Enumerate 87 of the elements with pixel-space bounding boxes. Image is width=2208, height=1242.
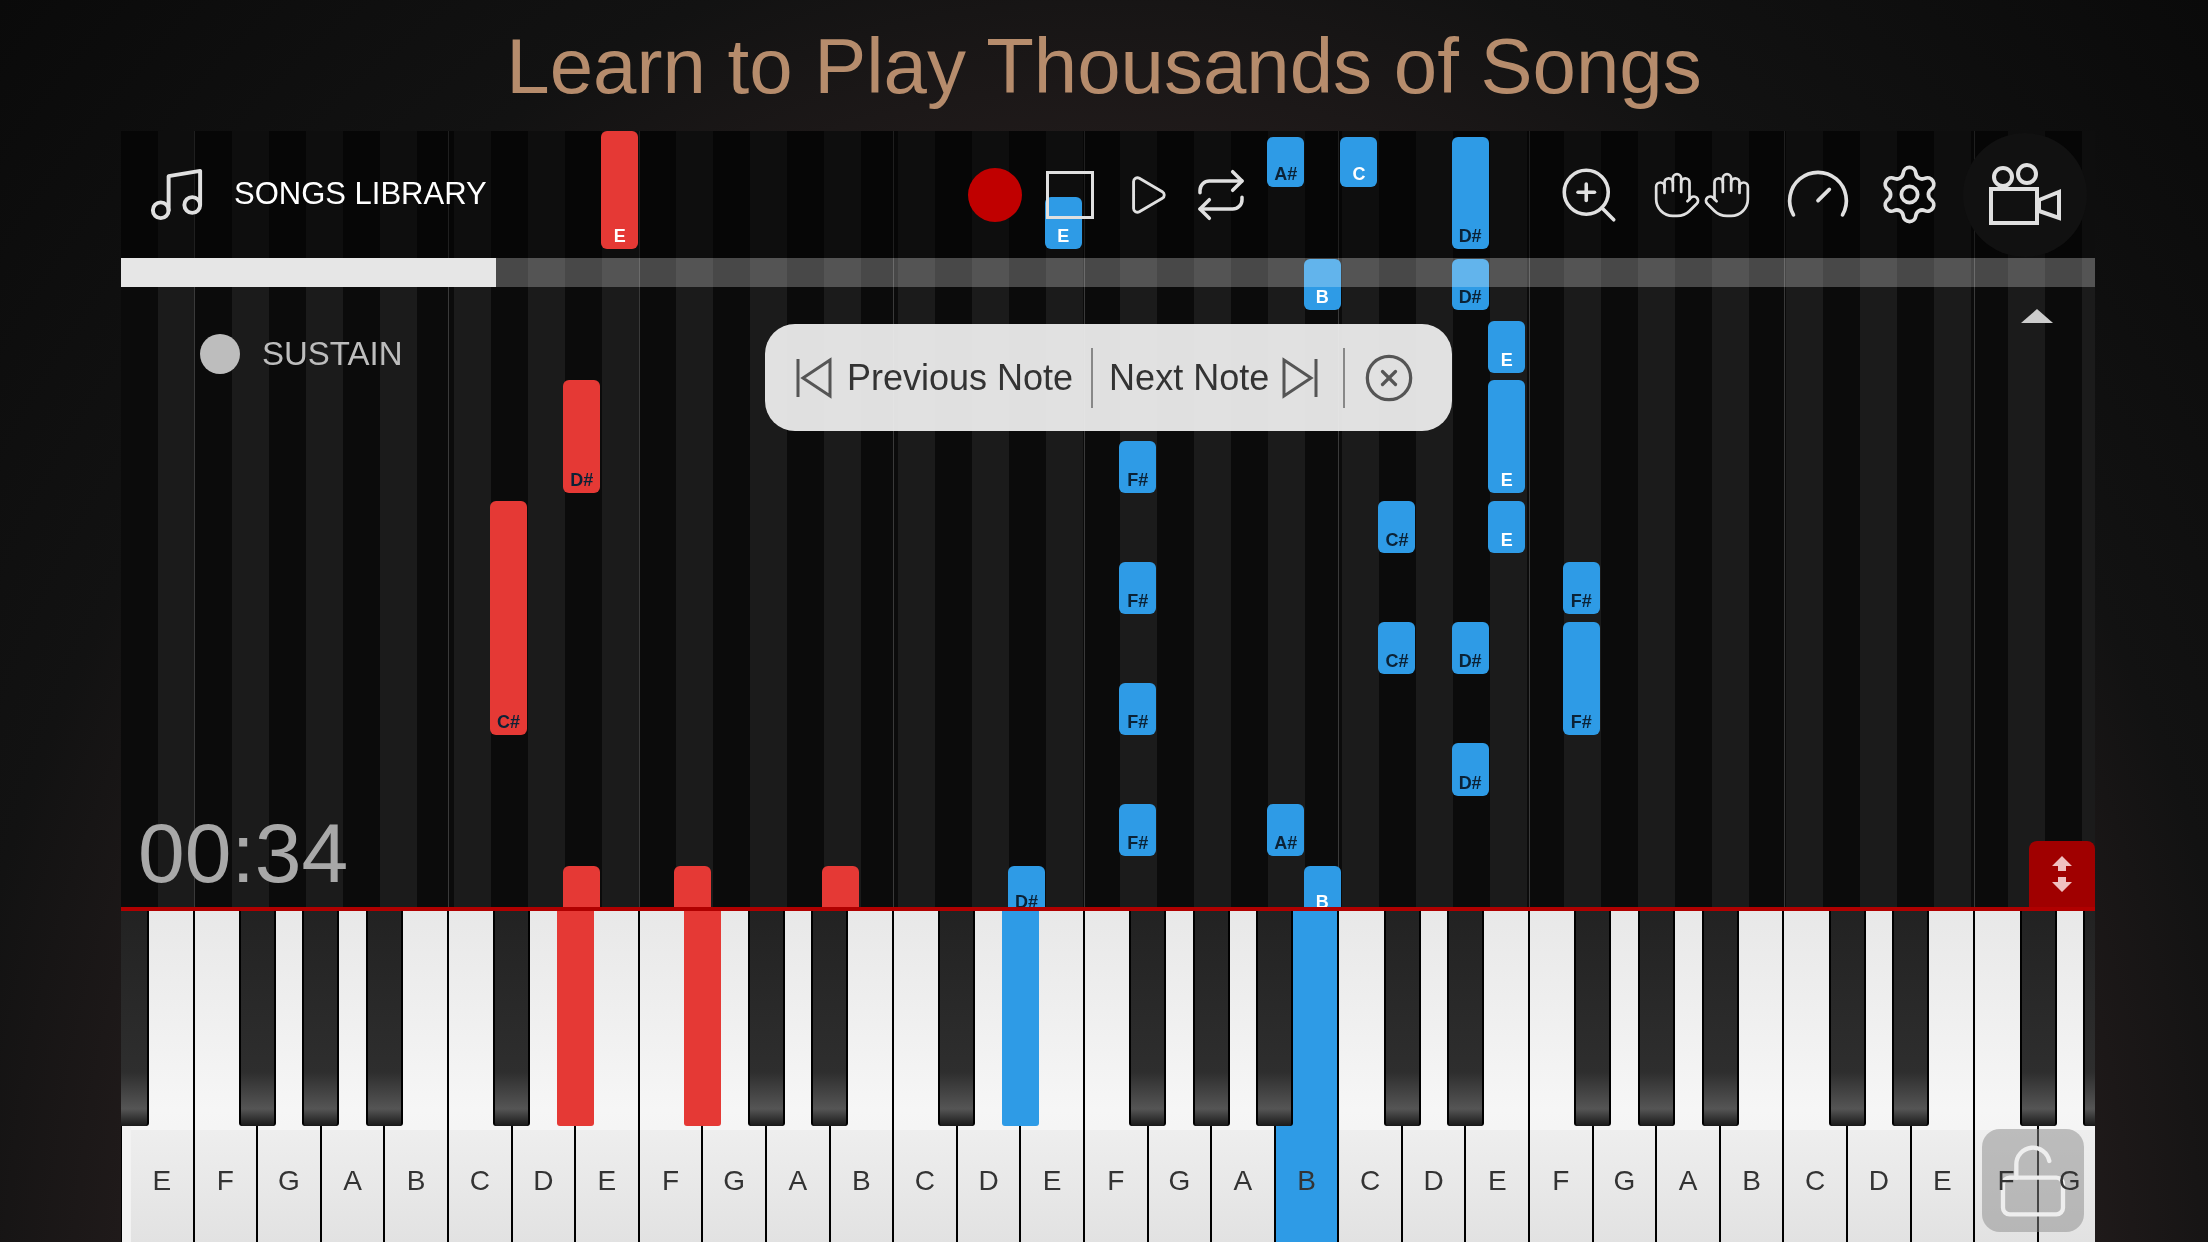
sharp-key[interactable] (1383, 911, 1421, 1126)
previous-note-button[interactable]: Previous Note (795, 350, 1074, 405)
sharp-key[interactable] (1447, 911, 1485, 1126)
piano-key[interactable]: A (1212, 1130, 1274, 1242)
sharp-key[interactable] (1192, 911, 1230, 1126)
piano-key[interactable]: B (385, 1130, 447, 1242)
note-bar: C# (489, 501, 527, 735)
note-bar: F# (1119, 803, 1157, 857)
piano-key[interactable]: F (639, 1130, 702, 1242)
video-camera-icon (1987, 162, 2063, 227)
piano-key[interactable]: E (131, 1130, 193, 1242)
skip-forward-icon (1281, 356, 1320, 399)
note-bar: C# (1378, 622, 1416, 675)
note-bar: E (1488, 321, 1526, 374)
note-bar: C (1340, 136, 1378, 188)
piano-key[interactable]: C (1784, 1130, 1847, 1242)
sharp-key[interactable] (2019, 911, 2057, 1126)
piano-key[interactable]: E (1466, 1130, 1529, 1242)
note-bar: F# (1562, 561, 1600, 614)
piano-key[interactable]: F (1084, 1130, 1147, 1242)
piano-key[interactable]: D (957, 1130, 1020, 1242)
piano-key[interactable]: E (576, 1130, 638, 1242)
note-bar: D# (1451, 622, 1489, 675)
piano-key[interactable]: D (512, 1130, 575, 1242)
note-bar: F# (1562, 622, 1600, 735)
piano-key[interactable]: G (2038, 1130, 2095, 1242)
note-bar: A# (1267, 136, 1305, 188)
piano-key[interactable]: B (1720, 1130, 1783, 1242)
note-bar: B (1303, 259, 1341, 310)
note-bar: E (1488, 501, 1526, 554)
stop-button[interactable] (1046, 170, 1094, 219)
sustain-label: SUSTAIN (262, 334, 403, 374)
piano-key[interactable]: C (894, 1130, 956, 1242)
resize-handle-button[interactable] (2029, 841, 2095, 907)
sustain-toggle[interactable] (200, 333, 240, 374)
sharp-key[interactable] (302, 911, 340, 1126)
progress-track[interactable] (121, 258, 2095, 287)
note-bar: D# (1451, 743, 1489, 796)
piano-key[interactable]: G (1148, 1130, 1211, 1242)
sharp-key[interactable] (1574, 911, 1612, 1126)
sharp-key[interactable] (811, 911, 849, 1126)
sharp-key[interactable] (365, 911, 403, 1126)
sharp-key[interactable] (747, 911, 785, 1126)
songs-library-link[interactable]: SONGS LIBRARY (234, 171, 487, 218)
note-bar: E (601, 131, 639, 250)
note-bar: E (1488, 380, 1526, 493)
sharp-key[interactable] (1701, 911, 1739, 1126)
sharp-key[interactable] (1828, 911, 1866, 1126)
collapse-arrow-icon[interactable] (2021, 309, 2053, 323)
next-note-button[interactable]: Next Note (1109, 350, 1320, 405)
record-button[interactable] (968, 167, 1022, 222)
piano-key[interactable]: C (1339, 1130, 1401, 1242)
piano-key[interactable]: E (1021, 1130, 1083, 1242)
sharp-key[interactable] (238, 911, 276, 1126)
sharp-key[interactable] (1892, 911, 1930, 1126)
piano-key[interactable]: F (194, 1130, 257, 1242)
note-bar: D# (1451, 259, 1489, 310)
piano-key[interactable]: F (1530, 1130, 1592, 1242)
note-bar: F# (1119, 561, 1157, 614)
piano-key[interactable]: A (1657, 1130, 1719, 1242)
note-bar: E (1044, 197, 1082, 250)
sharp-key[interactable] (1256, 911, 1294, 1126)
note-bar: F# (1119, 440, 1157, 493)
piano-key[interactable]: A (321, 1130, 384, 1242)
piano-key[interactable]: F (1975, 1130, 2037, 1242)
sharp-key[interactable] (938, 911, 976, 1126)
note-bar: C# (1378, 501, 1416, 554)
piano-key[interactable]: G (258, 1130, 320, 1242)
piano-key[interactable]: E (1911, 1130, 1974, 1242)
sharp-key[interactable] (1129, 911, 1167, 1126)
piano-key[interactable]: D (1402, 1130, 1465, 1242)
piano-key[interactable]: B (830, 1130, 893, 1242)
note-bar: A# (1267, 803, 1305, 857)
note-bar: F# (1119, 682, 1157, 735)
note-bar: D# (1451, 136, 1489, 250)
note-bar: D# (563, 380, 601, 493)
piano-key[interactable]: A (766, 1130, 829, 1242)
skip-back-icon (795, 356, 833, 399)
elapsed-time: 00:34 (138, 811, 349, 895)
piano-key[interactable]: G (703, 1130, 765, 1242)
lock-button[interactable] (1982, 1129, 2084, 1232)
sharp-key[interactable] (1637, 911, 1675, 1126)
piano-key[interactable]: G (1593, 1130, 1656, 1242)
sharp-key[interactable] (493, 911, 531, 1126)
up-down-arrows-icon (2052, 856, 2072, 892)
piano-key[interactable]: D (1848, 1130, 1910, 1242)
piano-key[interactable]: C (448, 1130, 511, 1242)
